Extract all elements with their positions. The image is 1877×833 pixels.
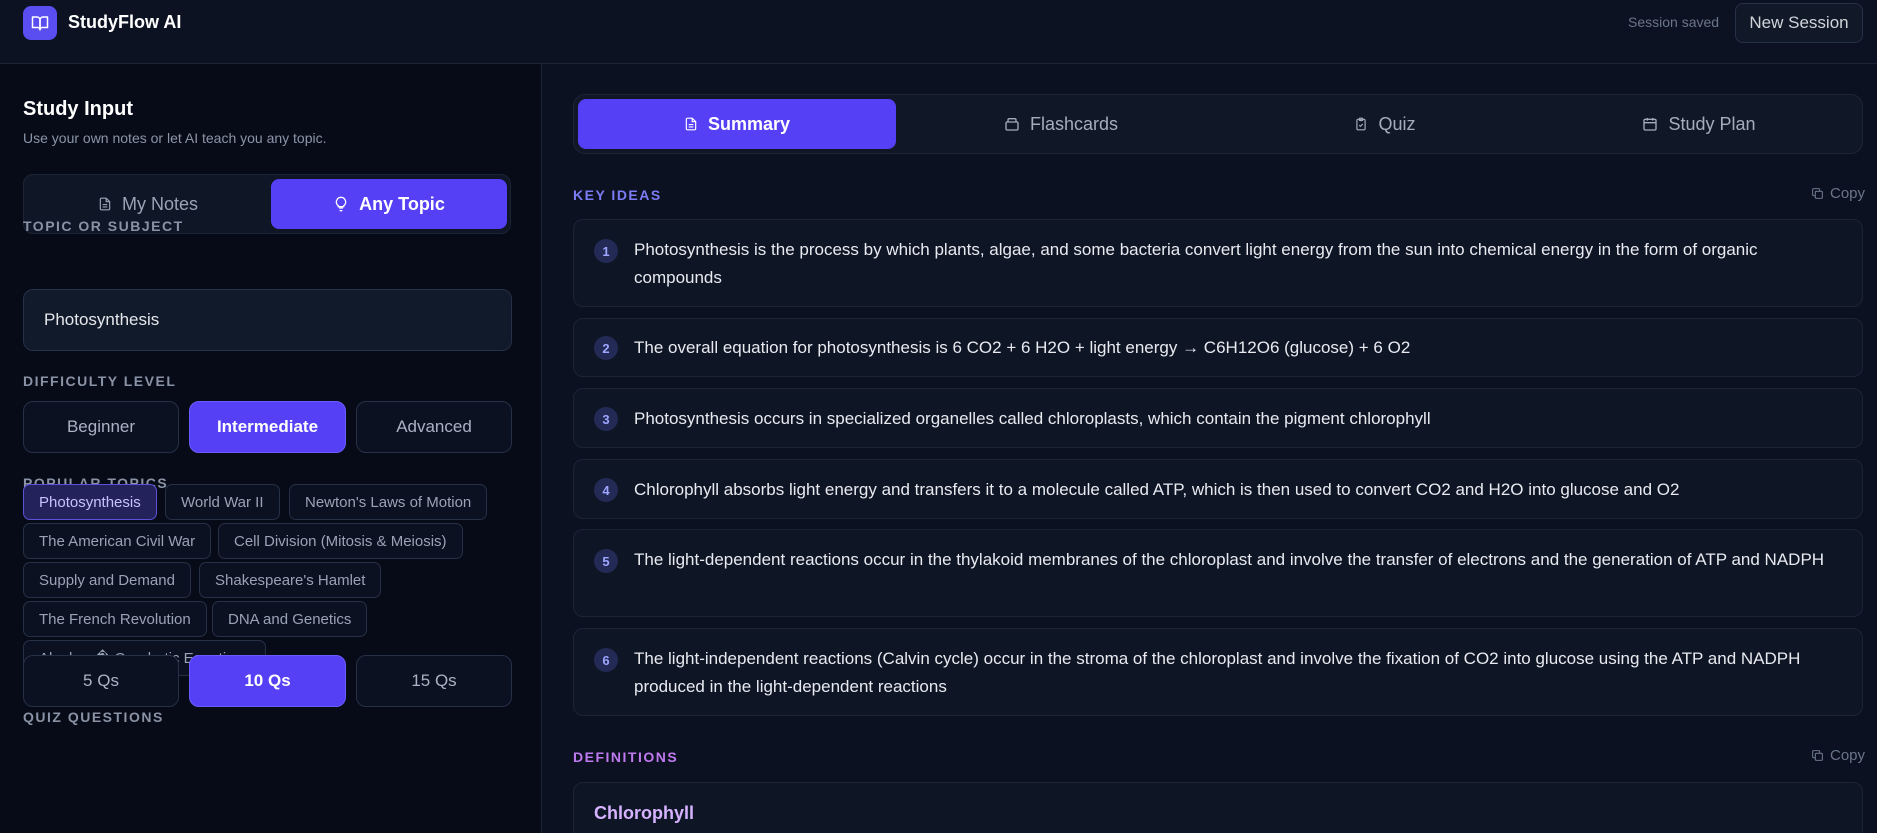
panel-subtitle: Use your own notes or let AI teach you a… [23,130,327,146]
topic-chip[interactable]: Cell Division (Mitosis & Meiosis) [218,523,463,559]
key-idea-card: 4 Chlorophyll absorbs light energy and t… [573,459,1863,519]
tab-study-plan[interactable]: Study Plan [1540,99,1858,149]
document-icon [98,196,112,212]
key-ideas-heading: KEY IDEAS [573,187,662,203]
tab-summary[interactable]: Summary [578,99,896,149]
any-topic-tab[interactable]: Any Topic [271,179,507,229]
quiz-questions-label: QUIZ QUESTIONS [23,709,164,725]
topic-chip[interactable]: World War II [165,484,280,520]
idea-number: 2 [594,336,618,360]
key-idea-card: 3 Photosynthesis occurs in specialized o… [573,388,1863,448]
definition-term: Chlorophyll [594,803,694,823]
quiz-15-button[interactable]: 15 Qs [356,655,512,707]
idea-text: The overall equation for photosynthesis … [634,338,1411,357]
topic-chip[interactable]: Supply and Demand [23,562,191,598]
definitions-heading: DEFINITIONS [573,749,679,765]
copy-label: Copy [1830,185,1866,202]
copy-label: Copy [1830,747,1866,764]
calendar-icon [1642,116,1658,132]
idea-number: 3 [594,407,618,431]
idea-text: Chlorophyll absorbs light energy and tra… [634,480,1680,499]
topic-chip[interactable]: Photosynthesis [23,484,157,520]
difficulty-intermediate-button[interactable]: Intermediate [189,401,346,453]
idea-number: 5 [594,549,618,573]
idea-number: 1 [594,239,618,263]
idea-text: The light-dependent reactions occur in t… [634,550,1825,569]
quiz-5-button[interactable]: 5 Qs [23,655,179,707]
study-input-panel: Study Input Use your own notes or let AI… [0,64,542,833]
difficulty-advanced-button[interactable]: Advanced [356,401,512,453]
tab-quiz[interactable]: Quiz [1226,99,1544,149]
tab-flashcards-label: Flashcards [1029,113,1119,134]
copy-key-ideas-button[interactable]: Copy [1811,185,1865,202]
idea-number: 4 [594,478,618,502]
tab-quiz-label: Quiz [1378,113,1416,134]
document-icon [684,116,698,132]
tab-study-plan-label: Study Plan [1668,113,1756,134]
difficulty-beginner-button[interactable]: Beginner [23,401,179,453]
topic-chip[interactable]: DNA and Genetics [212,601,368,637]
my-notes-label: My Notes [121,193,199,214]
lightbulb-icon [333,196,349,212]
key-idea-card: 2 The overall equation for photosynthesi… [573,318,1863,377]
key-idea-card: 1 Photosynthesis is the process by which… [573,219,1863,307]
topic-label: TOPIC OR SUBJECT [23,218,184,234]
idea-text: Photosynthesis is the process by which p… [634,240,1758,287]
idea-text: Photosynthesis occurs in specialized org… [634,409,1431,428]
definition-card: Chlorophyll [573,782,1863,833]
topic-chip[interactable]: Newton's Laws of Motion [289,484,488,520]
top-bar: StudyFlow AI Session saved New Session [0,0,1877,64]
key-idea-card: 5 The light-dependent reactions occur in… [573,529,1863,617]
topic-input[interactable] [23,289,512,351]
output-tabs: Summary Flashcards Quiz Study Plan [573,94,1863,154]
clipboard-check-icon [1354,116,1368,132]
tab-flashcards[interactable]: Flashcards [902,99,1220,149]
panel-title: Study Input [23,98,133,120]
tab-summary-label: Summary [707,113,791,134]
difficulty-label: DIFFICULTY LEVEL [23,373,177,389]
any-topic-label: Any Topic [359,193,445,214]
book-icon [23,6,57,40]
topic-chip[interactable]: Shakespeare's Hamlet [199,562,382,598]
key-idea-card: 6 The light-independent reactions (Calvi… [573,628,1863,716]
app-title: StudyFlow AI [68,12,182,32]
copy-icon [1811,187,1824,200]
new-session-button[interactable]: New Session [1735,3,1863,43]
idea-text: The light-independent reactions (Calvin … [634,649,1801,696]
cards-icon [1004,116,1020,132]
session-status: Session saved [1628,14,1720,30]
topic-chip[interactable]: The French Revolution [23,601,207,637]
copy-icon [1811,749,1824,762]
quiz-10-button[interactable]: 10 Qs [189,655,346,707]
topic-chip[interactable]: The American Civil War [23,523,212,559]
copy-definitions-button[interactable]: Copy [1811,747,1865,764]
idea-number: 6 [594,648,618,672]
